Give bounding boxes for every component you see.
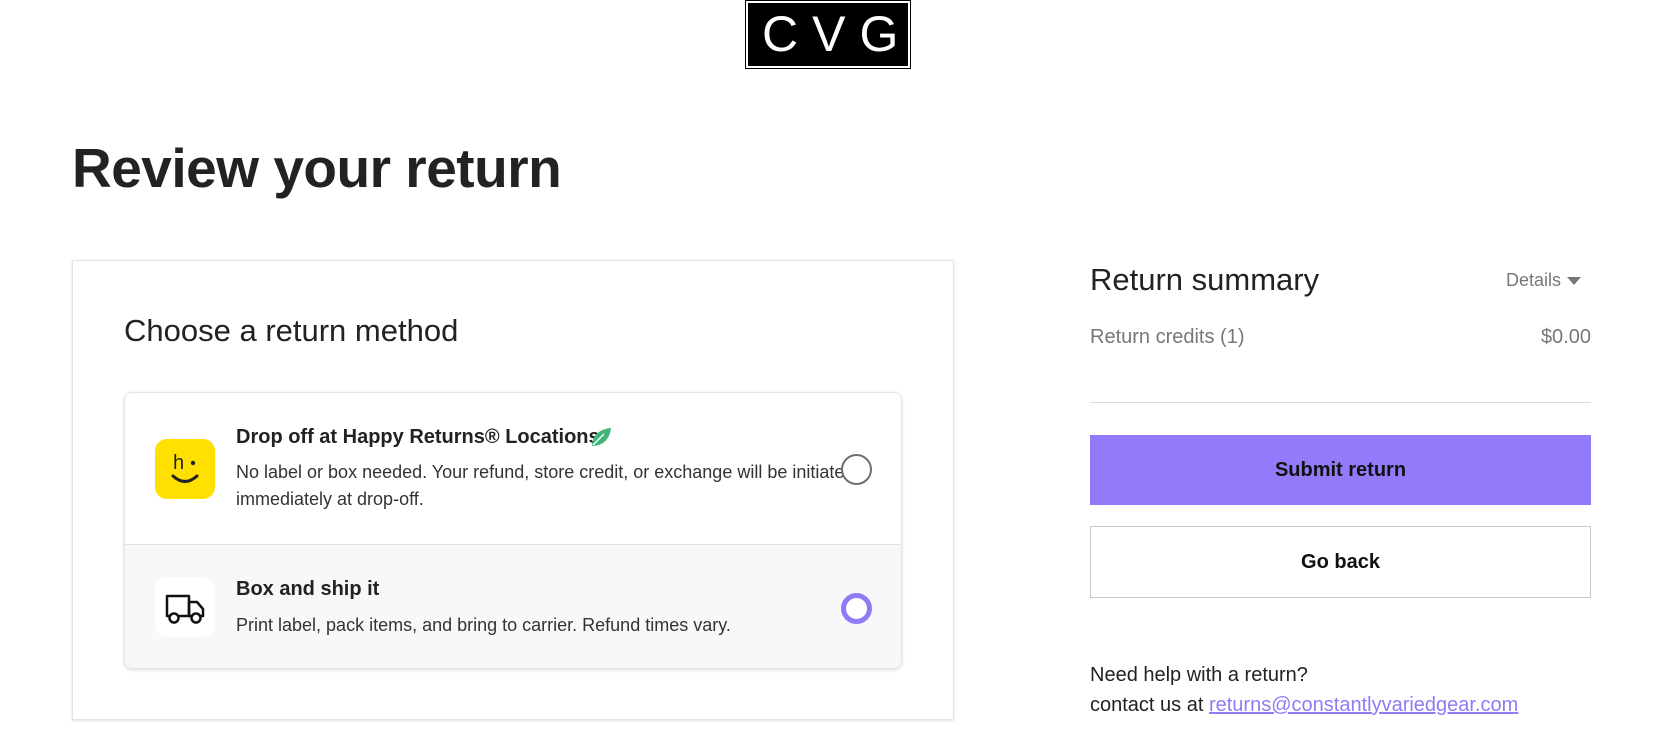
details-toggle[interactable]: Details [1506,270,1582,291]
option-box-and-ship[interactable]: Box and ship it Print label, pack items,… [125,545,901,668]
details-label: Details [1506,270,1562,290]
truck-icon [155,577,215,637]
radio-happy-returns[interactable] [841,454,872,485]
help-text: Need help with a return? [1090,664,1308,686]
help-contact-line: contact us at returns@constantlyvariedge… [1090,694,1518,717]
submit-return-button[interactable]: Submit return [1090,435,1591,505]
svg-text:h: h [173,452,184,474]
return-summary-title: Return summary [1090,262,1320,297]
support-email-link[interactable]: returns@constantlyvariedgear.com [1209,694,1518,716]
option-label: Box and ship it [236,578,380,600]
help-contact-prefix: contact us at [1090,694,1204,716]
caret-down-icon [1567,277,1582,286]
summary-divider [1090,402,1591,403]
return-method-card: Choose a return method h Drop off at Hap… [72,260,954,720]
option-label: Drop off at Happy Returns® Locations [236,426,600,448]
return-method-options: h Drop off at Happy Returns® Locations N… [124,392,902,669]
happy-returns-logo-icon: h [155,439,215,499]
logo-text: CVG [748,3,908,66]
leaf-icon [589,426,613,448]
radio-box-and-ship[interactable] [841,593,872,624]
option-happy-returns[interactable]: h Drop off at Happy Returns® Locations N… [125,393,901,545]
return-method-title: Choose a return method [124,313,459,348]
page-title: Review your return [72,137,562,199]
brand-logo[interactable]: CVG [745,0,911,69]
go-back-button[interactable]: Go back [1090,526,1591,598]
return-credits-label: Return credits (1) [1090,326,1245,348]
option-description: No label or box needed. Your refund, sto… [236,462,855,509]
option-description: Print label, pack items, and bring to ca… [236,615,731,635]
return-credits-value: $0.00 [1540,326,1591,348]
